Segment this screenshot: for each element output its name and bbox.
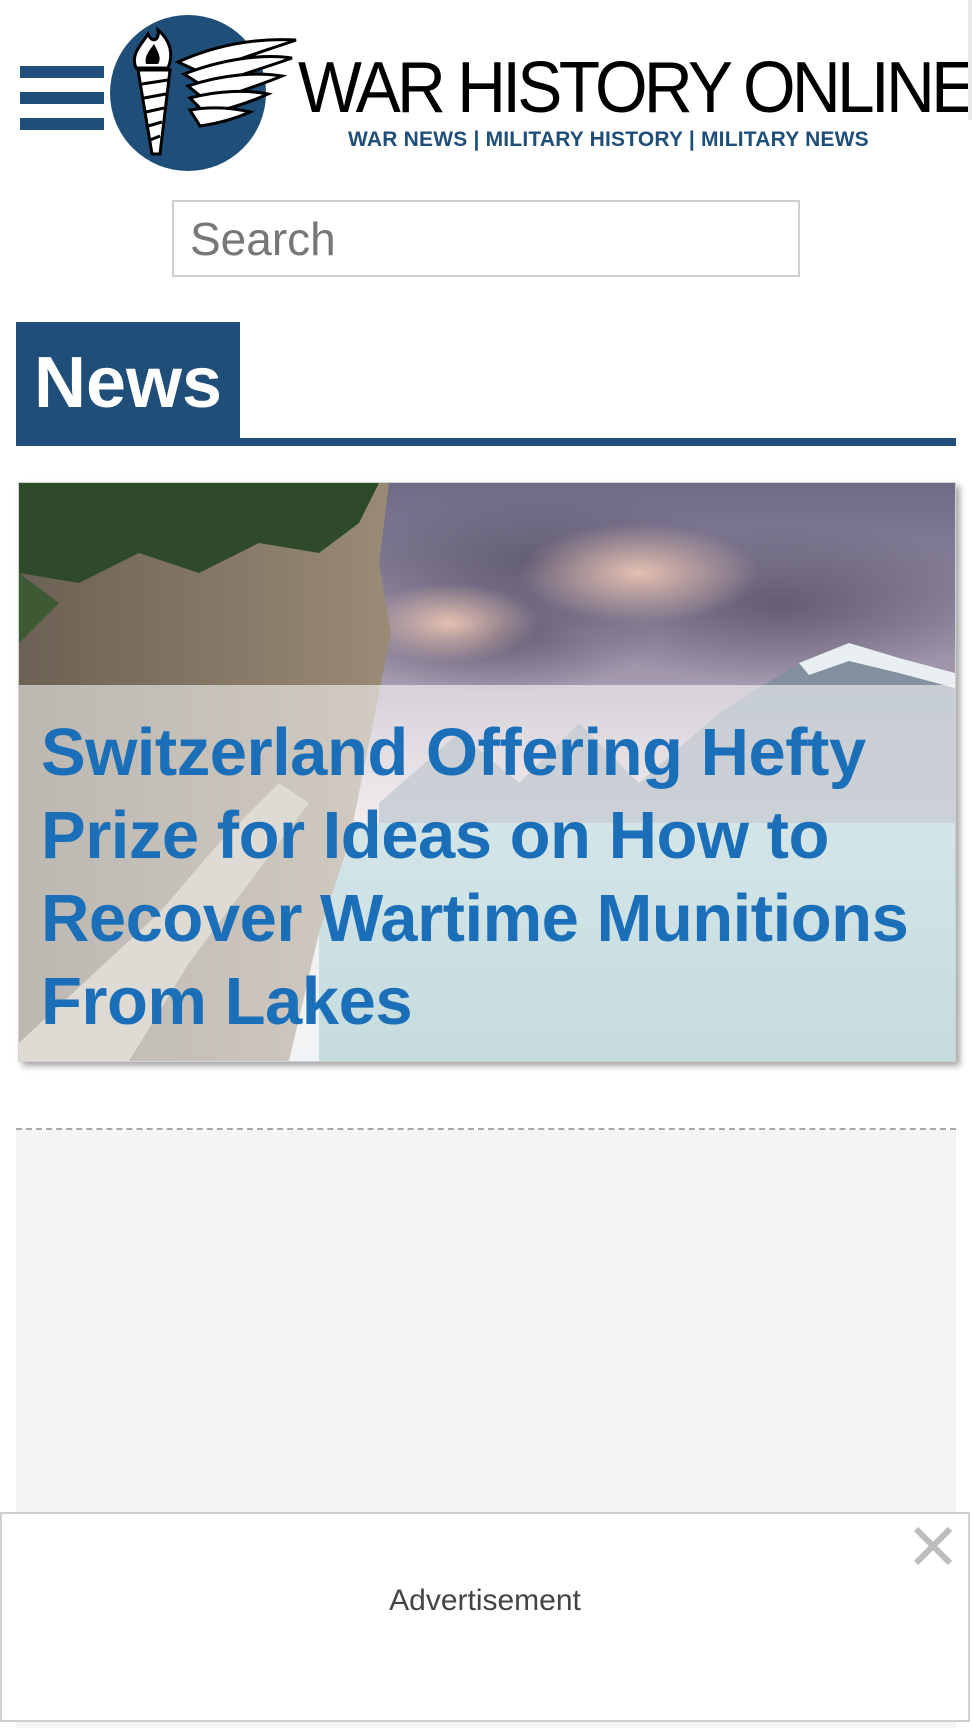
scrollbar-hint xyxy=(968,0,972,120)
site-tagline: WAR NEWS | MILITARY HISTORY | MILITARY N… xyxy=(348,128,869,151)
advertisement-label: Advertisement xyxy=(389,1584,581,1617)
hamburger-menu-icon[interactable] xyxy=(20,66,104,132)
featured-article-title[interactable]: Switzerland Offering Hefty Prize for Ide… xyxy=(41,711,941,1043)
site-logo-emblem[interactable] xyxy=(108,14,300,172)
site-header: WAR HISTORY ONLINE WAR NEWS | MILITARY H… xyxy=(0,0,972,180)
section-underline xyxy=(16,438,956,446)
section-title: News xyxy=(34,343,223,423)
site-title[interactable]: WAR HISTORY ONLINE xyxy=(298,52,972,124)
close-icon[interactable] xyxy=(908,1520,958,1570)
search-input[interactable] xyxy=(172,200,800,277)
news-tab[interactable]: News xyxy=(16,322,240,446)
sticky-advertisement[interactable]: Advertisement xyxy=(0,1512,970,1722)
news-section-heading: News xyxy=(16,322,956,446)
featured-article-card[interactable]: Switzerland Offering Hefty Prize for Ide… xyxy=(18,482,956,1062)
page: WAR HISTORY ONLINE WAR NEWS | MILITARY H… xyxy=(0,0,972,1728)
